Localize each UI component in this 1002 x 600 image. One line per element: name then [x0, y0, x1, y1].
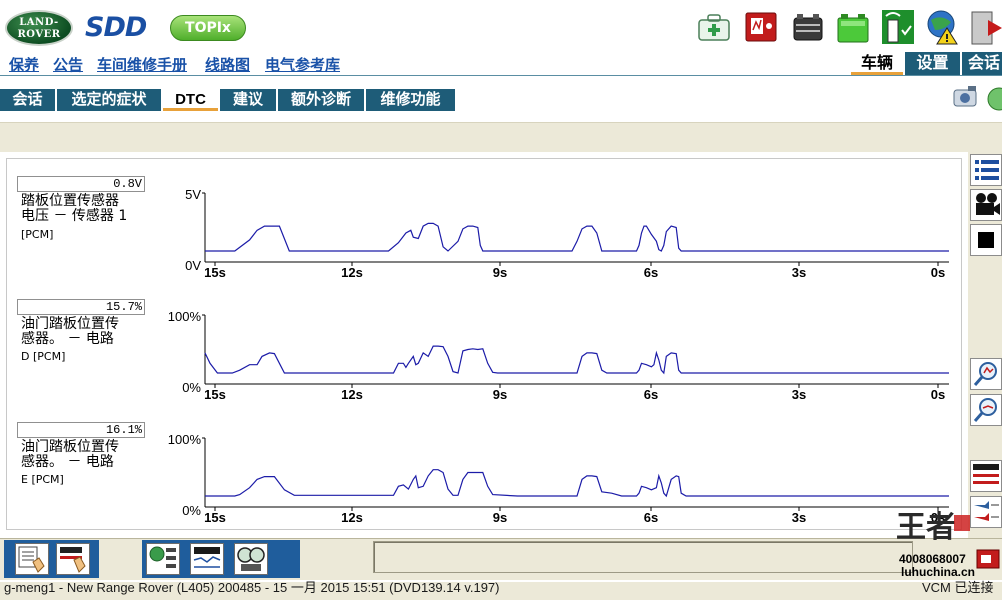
signal-3-value: 16.1% — [17, 422, 145, 438]
list-view-button[interactable] — [970, 154, 1002, 186]
signal-3-label: 油门踏板位置传 感器。 － 电路 — [21, 439, 119, 470]
y-min-label-2: 0% — [182, 380, 201, 395]
signal-1-label: 踏板位置传感器 电压 － 传感器 1 — [21, 193, 128, 224]
x-tick-label-2-3: 6s — [644, 387, 658, 402]
signal-2-value: 15.7% — [17, 299, 145, 315]
x-tick-label-2-1: 12s — [341, 387, 363, 402]
x-tick-label-1-0: 15s — [204, 265, 226, 280]
scope-view-button[interactable] — [234, 543, 268, 575]
stop-button[interactable] — [970, 224, 1002, 256]
y-max-label-1: 5V — [185, 187, 201, 202]
y-max-label-3: 100% — [168, 432, 202, 447]
signal-3-module: E [PCM] — [21, 473, 64, 486]
x-tick-label-2-4: 3s — [792, 387, 806, 402]
vcm-status: VCM 已连接 — [922, 580, 994, 595]
x-tick-label-2-5: 0s — [931, 387, 945, 402]
y-max-label-2: 100% — [168, 309, 202, 324]
digital-view-button[interactable] — [190, 543, 224, 575]
record-button[interactable] — [970, 189, 1002, 221]
zoom-in-button[interactable] — [970, 358, 1002, 390]
stop-icon — [978, 232, 994, 248]
zoom-out-button[interactable] — [970, 394, 1002, 426]
charts-svg: 5V0V 15s 12s 9s 6s 3s 0s100%0% 15s 12s 9s 6s 3s 0s10… — [168, 187, 949, 525]
red-card-icon[interactable] — [976, 548, 1000, 570]
network-icon — [149, 546, 176, 568]
digital-display-icon — [193, 547, 221, 568]
speed-gauge-icon — [973, 464, 999, 484]
y-min-label-1: 0V — [185, 258, 201, 273]
x-tick-label-3-3: 6s — [644, 510, 658, 525]
x-tick-label-1-2: 9s — [493, 265, 507, 280]
x-tick-label-1-1: 12s — [341, 265, 363, 280]
x-tick-label-2-2: 9s — [493, 387, 507, 402]
signal-2-module: D [PCM] — [21, 350, 66, 363]
y-min-label-3: 0% — [182, 503, 201, 518]
x-tick-label-3-2: 9s — [493, 510, 507, 525]
x-tick-label-1-4: 3s — [792, 265, 806, 280]
x-tick-label-2-0: 15s — [204, 387, 226, 402]
x-tick-label-1-5: 0s — [931, 265, 945, 280]
signal-select-button[interactable] — [15, 543, 49, 575]
signal-1-value: 0.8V — [17, 176, 145, 192]
oscilloscope-icon — [237, 547, 265, 571]
svg-text:王者: 王者 — [896, 510, 956, 545]
signal-1-module: [PCM] — [21, 228, 54, 241]
hand-gauge-icon — [60, 547, 86, 573]
service-phone: 4008068007 — [899, 552, 966, 566]
x-tick-label-3-1: 12s — [341, 510, 363, 525]
network-view-button[interactable] — [146, 543, 180, 575]
sdd-window: LAND- ROVER SDD TOPIx 保养 公告 车间维修手册 线路图 电… — [0, 0, 1002, 600]
gauge-select-button[interactable] — [56, 543, 90, 575]
hand-list-icon — [18, 546, 45, 573]
status-line: g-meng1 - New Range Rover (L405) 200485 … — [0, 580, 1002, 600]
trace-line-1 — [205, 222, 949, 252]
trace-line-3 — [205, 469, 949, 498]
gauge-view-button[interactable] — [970, 460, 1002, 492]
signal-2-label: 油门踏板位置传 感器。 － 电路 — [21, 316, 119, 347]
zoom-out-icon — [973, 398, 997, 422]
list-icon — [975, 160, 999, 180]
message-field — [373, 541, 913, 573]
x-tick-label-3-0: 15s — [204, 510, 226, 525]
session-info: g-meng1 - New Range Rover (L405) 200485 … — [4, 580, 500, 595]
x-tick-label-3-4: 3s — [792, 510, 806, 525]
trace-line-2 — [204, 345, 949, 375]
x-tick-label-1-3: 6s — [644, 265, 658, 280]
movie-camera-icon — [976, 193, 1000, 215]
zoom-in-icon — [973, 362, 997, 386]
